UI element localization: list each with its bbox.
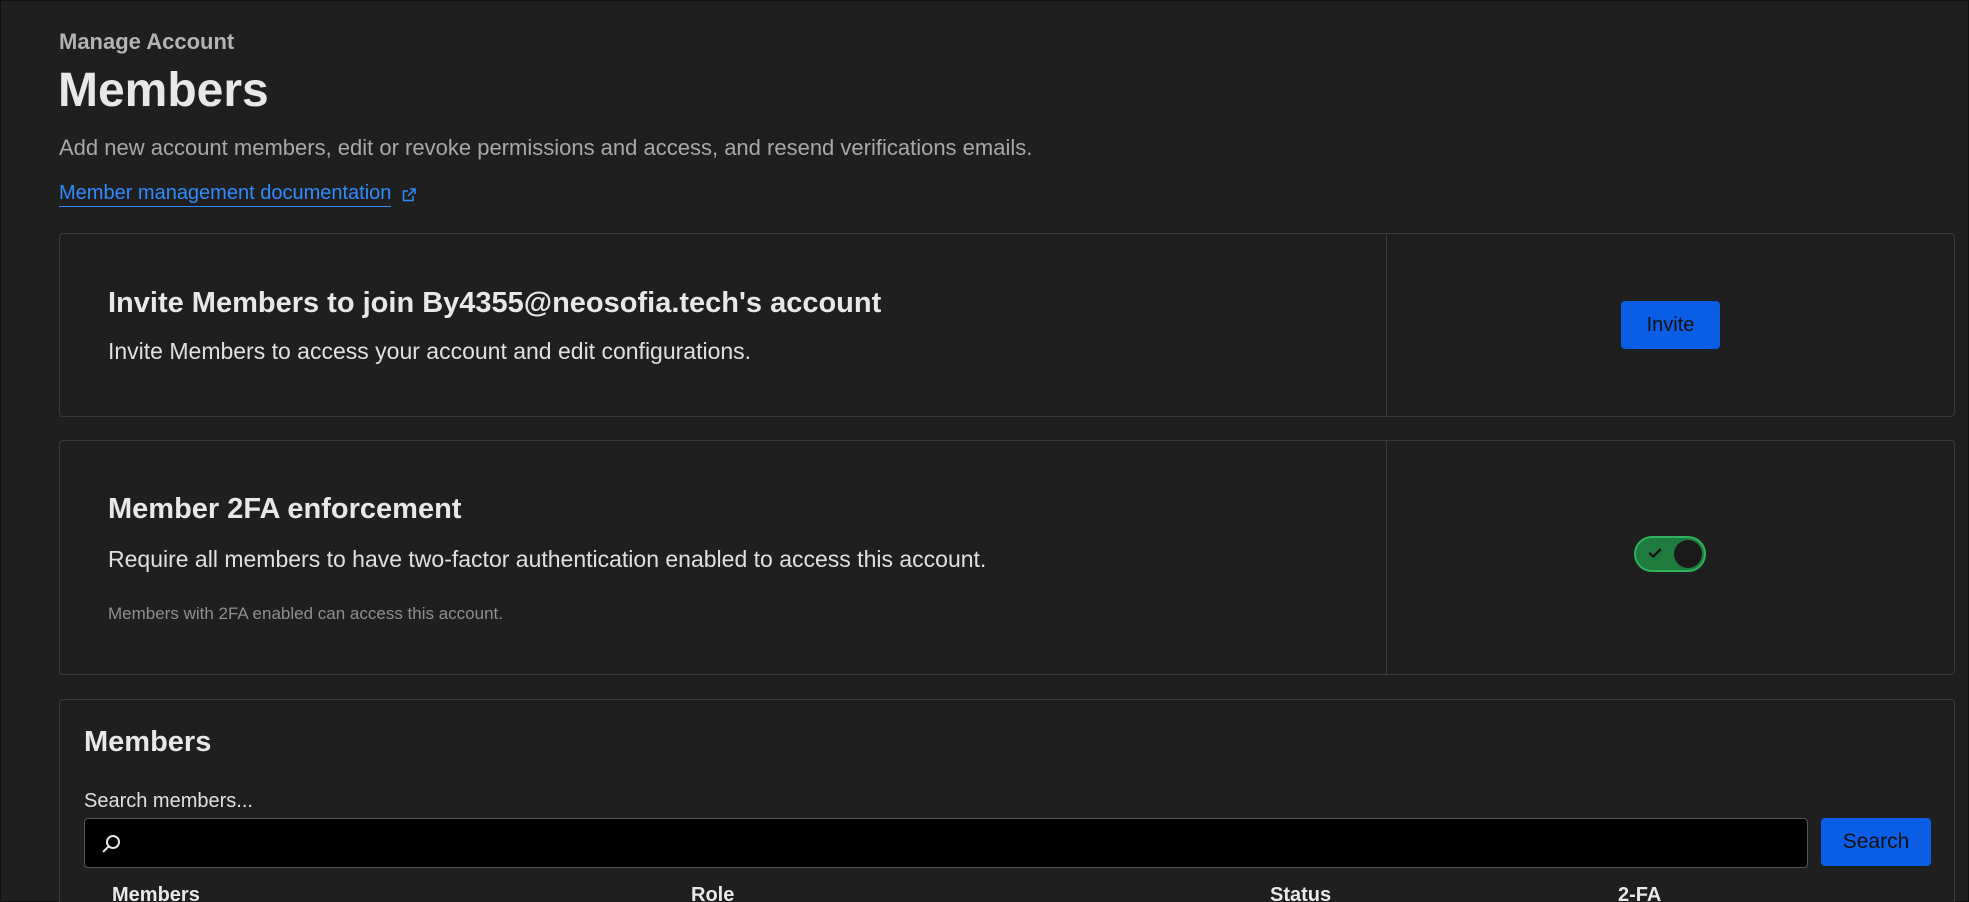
card-divider (1386, 234, 1387, 416)
search-button[interactable]: Search (1821, 818, 1931, 866)
column-header-members[interactable]: Members (112, 884, 200, 902)
search-box (84, 818, 1808, 869)
members-section-title: Members (84, 726, 212, 758)
column-header-status[interactable]: Status (1270, 884, 1331, 902)
search-label: Search members... (84, 790, 253, 812)
check-icon (1647, 545, 1663, 561)
invite-card-description: Invite Members to access your account an… (108, 338, 752, 364)
page-description: Add new account members, edit or revoke … (59, 135, 1033, 160)
members-list-card: Members Search members... Search Members… (59, 699, 1955, 902)
search-icon (100, 833, 122, 855)
2fa-enforcement-toggle[interactable] (1634, 536, 1706, 572)
tfa-card-note: Members with 2FA enabled can access this… (108, 604, 503, 623)
page-title: Members (58, 64, 269, 117)
member-docs-link[interactable]: Member management documentation (59, 182, 417, 207)
invite-members-card: Invite Members to join By4355@neosofia.t… (59, 233, 1955, 417)
member-docs-link-label: Member management documentation (59, 182, 392, 207)
search-members-input[interactable] (131, 819, 1795, 869)
toggle-knob (1674, 540, 1702, 568)
member-2fa-card: Member 2FA enforcement Require all membe… (59, 440, 1955, 675)
card-divider (1386, 441, 1387, 674)
column-header-2fa[interactable]: 2-FA (1618, 884, 1661, 902)
external-link-icon (401, 187, 417, 203)
tfa-card-description: Require all members to have two-factor a… (108, 546, 987, 572)
members-page: Manage Account Members Add new account m… (0, 0, 1969, 902)
invite-card-title: Invite Members to join By4355@neosofia.t… (108, 287, 882, 319)
tfa-card-title: Member 2FA enforcement (108, 493, 462, 525)
column-header-role[interactable]: Role (691, 884, 734, 902)
breadcrumb: Manage Account (59, 29, 235, 54)
invite-button[interactable]: Invite (1621, 301, 1720, 349)
